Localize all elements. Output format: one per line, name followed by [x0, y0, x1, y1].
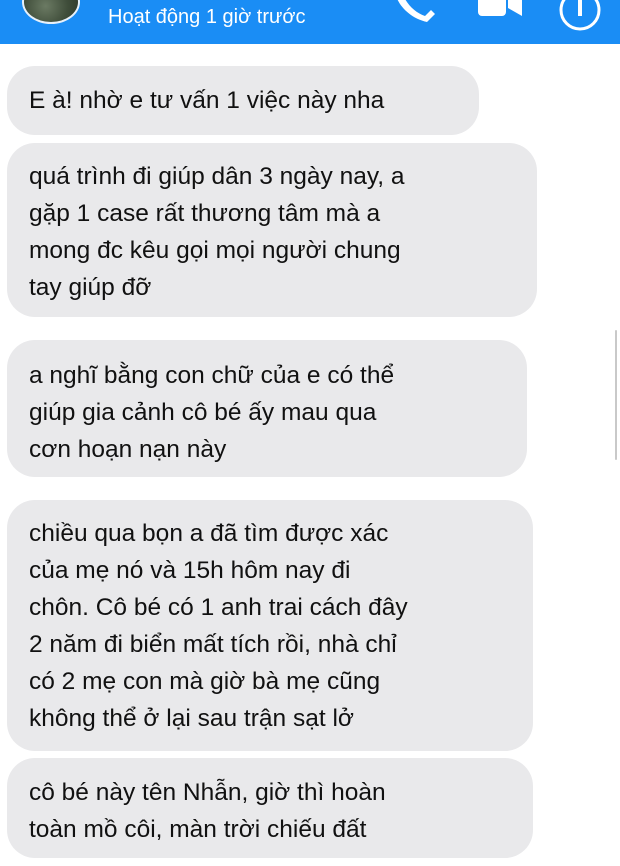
message-text: mong đc kêu gọi mọi người chung	[29, 237, 401, 264]
message-text: có 2 mẹ con mà giờ bà mẹ cũng	[29, 668, 381, 695]
message-bubble: quá trình đi giúp dân 3 ngày nay, a gặp …	[7, 143, 537, 317]
message-bubble: chiều qua bọn a đã tìm được xác của mẹ n…	[7, 500, 533, 751]
conversation-header: Hoạt động 1 giờ trước	[0, 0, 620, 44]
message-text: giúp gia cảnh cô bé ấy mau qua	[29, 399, 377, 426]
message-text: gặp 1 case rất thương tâm mà a	[29, 200, 381, 227]
active-status: Hoạt động 1 giờ trước	[108, 6, 306, 28]
message-text: của mẹ nó và 15h hôm nay đi	[29, 557, 351, 584]
message-text: tay giúp đỡ	[29, 274, 152, 301]
message-text: 2 năm đi biển mất tích rồi, nhà chỉ	[29, 631, 397, 658]
message-bubble: cô bé này tên Nhẫn, giờ thì hoàn toàn mồ…	[7, 758, 533, 858]
message-text: quá trình đi giúp dân 3 ngày nay, a	[29, 163, 405, 190]
message-text: không thể ở lại sau trận sạt lở	[29, 705, 354, 732]
message-text: chôn. Cô bé có 1 anh trai cách đây	[29, 594, 408, 621]
message-text: chiều qua bọn a đã tìm được xác	[29, 520, 389, 547]
message-text: toàn mồ côi, màn trời chiếu đất	[29, 816, 367, 843]
message-bubble: E à! nhờ e tư vấn 1 việc này nha	[7, 66, 479, 135]
video-icon[interactable]	[478, 0, 522, 20]
info-icon[interactable]	[558, 0, 602, 32]
message-text: cô bé này tên Nhẫn, giờ thì hoàn	[29, 779, 386, 806]
message-text: a nghĩ bằng con chữ của e có thể	[29, 362, 395, 389]
avatar[interactable]	[22, 0, 80, 24]
message-bubble: a nghĩ bằng con chữ của e có thể giúp gi…	[7, 340, 527, 477]
message-text: cơn hoạn nạn này	[29, 436, 227, 463]
phone-icon[interactable]	[395, 0, 435, 24]
message-text: E à! nhờ e tư vấn 1 việc này nha	[29, 87, 385, 114]
scrollbar[interactable]	[615, 330, 617, 460]
